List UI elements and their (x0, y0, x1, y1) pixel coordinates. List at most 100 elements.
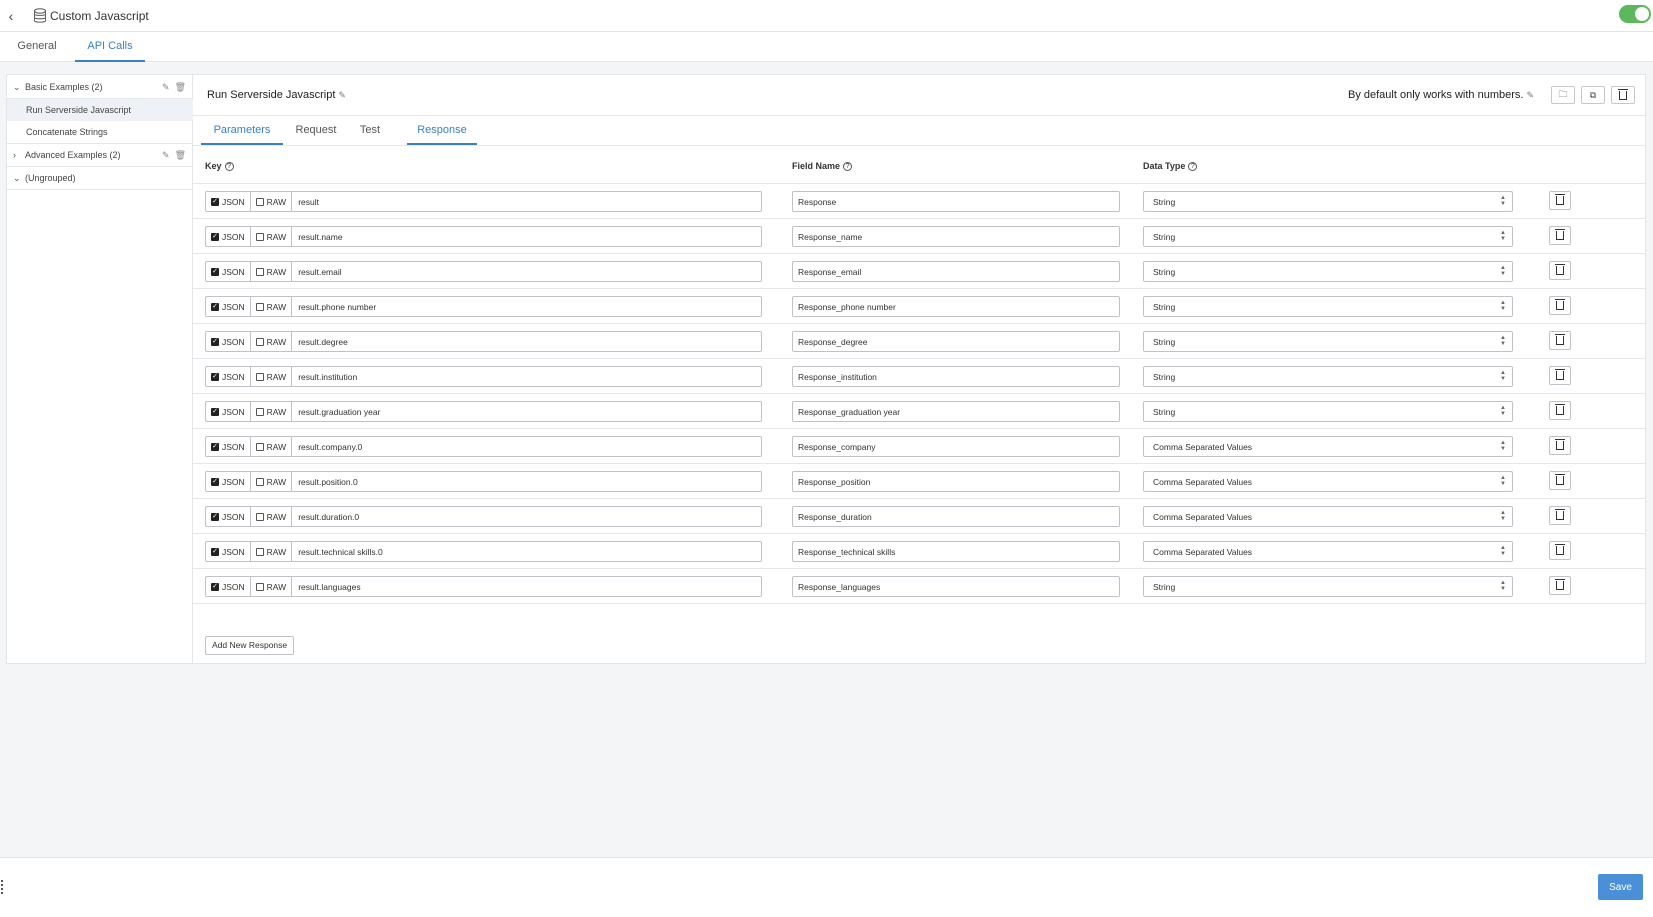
raw-checkbox[interactable]: RAW (251, 332, 293, 351)
copy-button[interactable]: ⧉ (1581, 86, 1605, 104)
field-name-input[interactable]: Response_degree (792, 331, 1120, 352)
json-checkbox[interactable]: ✓ JSON (206, 367, 251, 386)
data-type-select[interactable]: Comma Separated Values ▲ ▼ (1143, 506, 1513, 527)
pencil-icon[interactable]: ✎ (1526, 90, 1534, 100)
data-type-select[interactable]: String ▲ ▼ (1143, 576, 1513, 597)
sidebar-group-advanced-examples[interactable]: › Advanced Examples (2) ✎ 🗑 (7, 144, 194, 166)
delete-call-button[interactable] (1611, 86, 1635, 104)
raw-checkbox[interactable]: RAW (251, 402, 293, 421)
delete-row-button[interactable] (1549, 541, 1571, 560)
sidebar-group-basic-examples[interactable]: ⌄ Basic Examples (2) ✎ 🗑 (7, 76, 194, 98)
tab-request[interactable]: Request (287, 117, 345, 145)
raw-checkbox[interactable]: RAW (251, 577, 293, 596)
key-input[interactable]: result.technical skills.0 (292, 542, 761, 561)
delete-row-button[interactable] (1549, 576, 1571, 595)
data-type-select[interactable]: String ▲ ▼ (1143, 226, 1513, 247)
field-name-input[interactable]: Response_position (792, 471, 1120, 492)
delete-row-button[interactable] (1549, 226, 1571, 245)
delete-row-button[interactable] (1549, 436, 1571, 455)
json-checkbox[interactable]: ✓ JSON (206, 507, 251, 526)
delete-row-button[interactable] (1549, 296, 1571, 315)
json-checkbox[interactable]: ✓ JSON (206, 437, 251, 456)
pencil-icon[interactable]: ✎ (162, 82, 170, 93)
pencil-icon[interactable]: ✎ (162, 150, 170, 161)
field-name-input[interactable]: Response_phone number (792, 296, 1120, 317)
tab-api-calls[interactable]: API Calls (75, 32, 145, 62)
data-type-select[interactable]: String ▲ ▼ (1143, 191, 1513, 212)
help-icon[interactable]: ? (1188, 161, 1198, 171)
raw-checkbox[interactable]: RAW (251, 507, 293, 526)
tab-test[interactable]: Test (347, 117, 393, 145)
sidebar-item-concatenate-strings[interactable]: Concatenate Strings (7, 121, 194, 143)
field-name-input[interactable]: Response_institution (792, 366, 1120, 387)
key-input[interactable]: result.email (292, 262, 761, 281)
delete-row-button[interactable] (1549, 331, 1571, 350)
key-input[interactable]: result.position.0 (292, 472, 761, 491)
json-checkbox[interactable]: ✓ JSON (206, 192, 251, 211)
raw-checkbox[interactable]: RAW (251, 262, 293, 281)
data-type-select[interactable]: String ▲ ▼ (1143, 261, 1513, 282)
raw-checkbox[interactable]: RAW (251, 437, 293, 456)
data-type-select[interactable]: String ▲ ▼ (1143, 296, 1513, 317)
data-type-select[interactable]: String ▲ ▼ (1143, 401, 1513, 422)
field-name-input[interactable]: Response_name (792, 226, 1120, 247)
key-input[interactable]: result.duration.0 (292, 507, 761, 526)
delete-row-button[interactable] (1549, 506, 1571, 525)
json-checkbox[interactable]: ✓ JSON (206, 577, 251, 596)
key-input[interactable]: result.phone number (292, 297, 761, 316)
raw-checkbox[interactable]: RAW (251, 367, 293, 386)
data-type-select[interactable]: Comma Separated Values ▲ ▼ (1143, 436, 1513, 457)
key-input[interactable]: result.languages (292, 577, 761, 596)
field-name-input[interactable]: Response_graduation year (792, 401, 1120, 422)
sidebar-group-ungrouped[interactable]: ⌄ (Ungrouped) (7, 167, 194, 189)
tab-parameters[interactable]: Parameters (201, 117, 283, 145)
data-type-select[interactable]: Comma Separated Values ▲ ▼ (1143, 471, 1513, 492)
enable-toggle[interactable] (1619, 5, 1651, 23)
field-name-input[interactable]: Response (792, 191, 1120, 212)
json-checkbox[interactable]: ✓ JSON (206, 297, 251, 316)
help-icon[interactable]: ? (224, 161, 234, 171)
json-checkbox[interactable]: ✓ JSON (206, 542, 251, 561)
delete-row-button[interactable] (1549, 191, 1571, 210)
delete-row-button[interactable] (1549, 366, 1571, 385)
key-input[interactable]: result.graduation year (292, 402, 761, 421)
pencil-icon[interactable]: ✎ (338, 90, 346, 100)
raw-checkbox[interactable]: RAW (251, 192, 293, 211)
folder-button[interactable]: 🗀 (1551, 86, 1575, 104)
back-arrow-icon[interactable]: ‹ (2, 0, 20, 32)
key-input[interactable]: result.name (292, 227, 761, 246)
data-type-select[interactable]: Comma Separated Values ▲ ▼ (1143, 541, 1513, 562)
drag-handle-icon[interactable] (0, 880, 3, 894)
raw-checkbox[interactable]: RAW (251, 472, 293, 491)
sidebar-item-run-serverside-javascript[interactable]: Run Serverside Javascript (7, 99, 194, 121)
trash-icon[interactable]: 🗑 (175, 150, 186, 161)
json-checkbox[interactable]: ✓ JSON (206, 402, 251, 421)
save-button[interactable]: Save (1598, 874, 1643, 900)
tab-response[interactable]: Response (407, 117, 477, 145)
add-new-response-button[interactable]: Add New Response (205, 636, 295, 655)
tab-general[interactable]: General (14, 32, 60, 62)
field-name-input[interactable]: Response_languages (792, 576, 1120, 597)
trash-icon[interactable]: 🗑 (175, 82, 186, 93)
key-input[interactable]: result.institution (292, 367, 761, 386)
data-type-select[interactable]: String ▲ ▼ (1143, 331, 1513, 352)
help-icon[interactable]: ? (843, 161, 853, 171)
key-input[interactable]: result.degree (292, 332, 761, 351)
field-name-input[interactable]: Response_email (792, 261, 1120, 282)
delete-row-button[interactable] (1549, 401, 1571, 420)
raw-checkbox[interactable]: RAW (251, 297, 293, 316)
json-checkbox[interactable]: ✓ JSON (206, 332, 251, 351)
json-checkbox[interactable]: ✓ JSON (206, 227, 251, 246)
raw-checkbox[interactable]: RAW (251, 542, 293, 561)
delete-row-button[interactable] (1549, 471, 1571, 490)
field-name-input[interactable]: Response_duration (792, 506, 1120, 527)
field-name-input[interactable]: Response_company (792, 436, 1120, 457)
delete-row-button[interactable] (1549, 261, 1571, 280)
raw-checkbox[interactable]: RAW (251, 227, 293, 246)
key-input[interactable]: result.company.0 (292, 437, 761, 456)
key-input[interactable]: result (292, 192, 761, 211)
json-checkbox[interactable]: ✓ JSON (206, 262, 251, 281)
field-name-input[interactable]: Response_technical skills (792, 541, 1120, 562)
data-type-select[interactable]: String ▲ ▼ (1143, 366, 1513, 387)
json-checkbox[interactable]: ✓ JSON (206, 472, 251, 491)
